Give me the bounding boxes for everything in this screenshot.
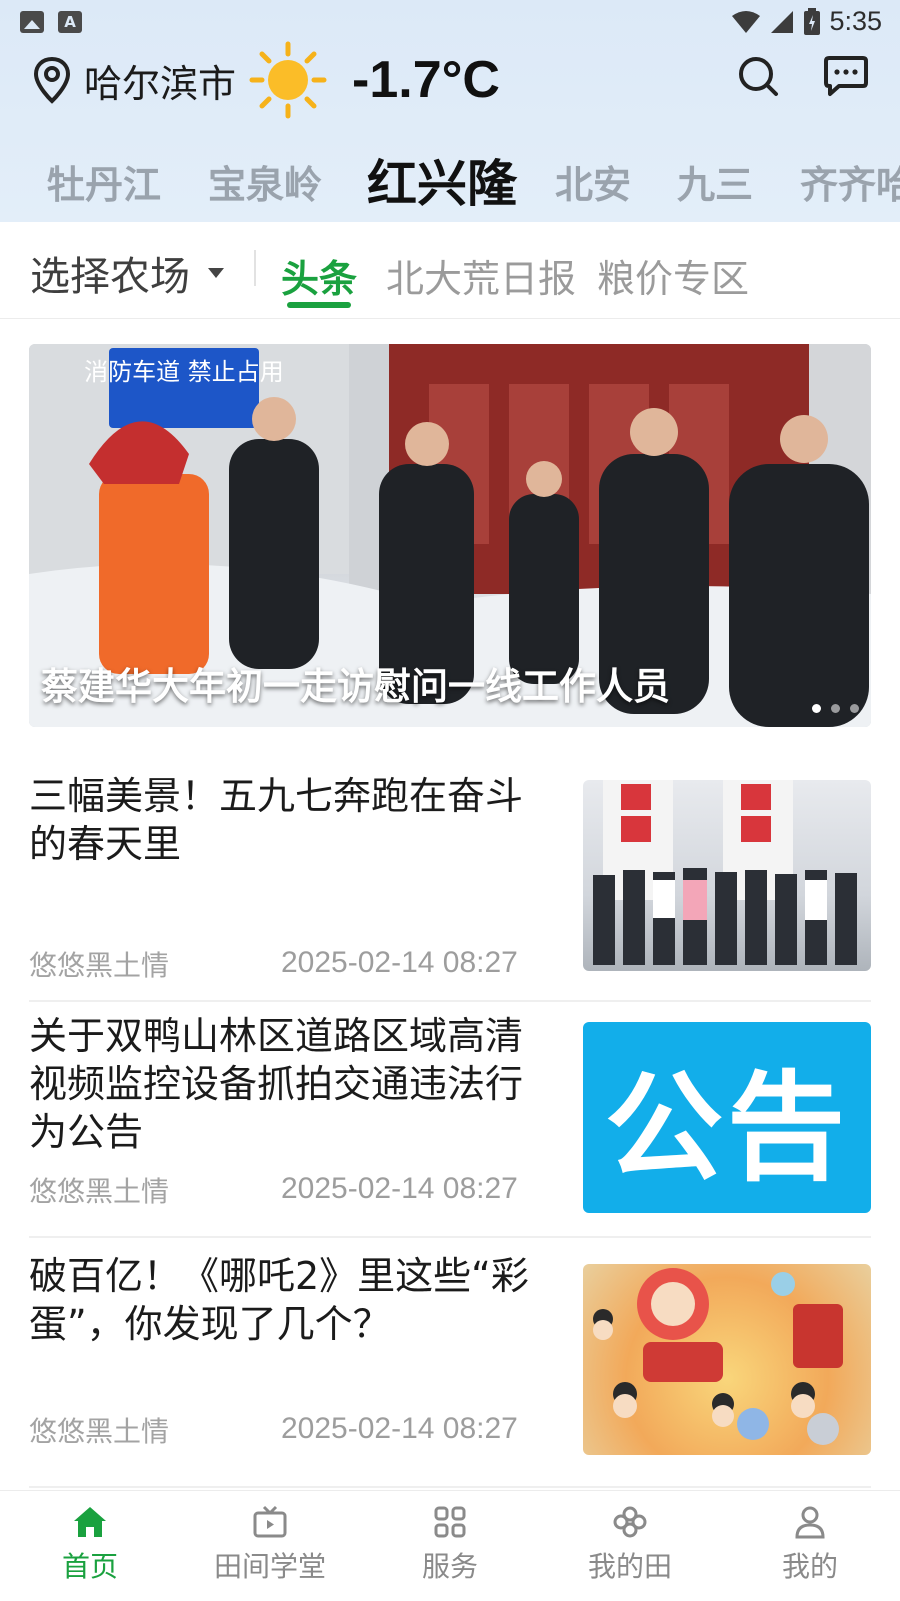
farm-select[interactable]: 选择农场: [30, 244, 224, 302]
nav-profile[interactable]: 我的: [720, 1491, 900, 1601]
news-title: 破百亿！《哪吒2》里这些“彩蛋”，你发现了几个？: [29, 1254, 529, 1346]
person-icon: [795, 1506, 825, 1539]
temperature: -1.7°C: [352, 51, 500, 109]
nav-field-school[interactable]: 田间学堂: [180, 1491, 360, 1601]
divider: [29, 1236, 871, 1238]
news-item[interactable]: 破百亿！《哪吒2》里这些“彩蛋”，你发现了几个？ 悠悠黑土情 2025-02-1…: [29, 1252, 871, 1488]
news-date: 2025-02-14 08:27: [281, 1412, 518, 1445]
carousel-dot: [812, 704, 821, 713]
divider: [254, 250, 256, 286]
tv-icon: [253, 1505, 287, 1538]
news-date: 2025-02-14 08:27: [281, 1172, 518, 1205]
carousel-dot: [831, 704, 840, 713]
message-icon: [824, 56, 868, 96]
search-button[interactable]: [734, 52, 782, 100]
battery-icon: [804, 7, 821, 35]
news-item[interactable]: 关于双鸭山林区道路区域高清视频监控设备抓拍交通违法行为公告 悠悠黑土情 2025…: [29, 1012, 871, 1242]
gallery-notification-icon: [20, 11, 44, 33]
carousel-indicator: [812, 704, 859, 713]
nav-label: 我的: [781, 1550, 838, 1583]
region-tab[interactable]: 宝泉岭: [208, 154, 322, 209]
news-thumbnail: 公告: [583, 1022, 871, 1213]
carousel-dot: [850, 704, 859, 713]
nav-my-field[interactable]: 我的田: [540, 1491, 720, 1601]
news-title: 三幅美景！五九七奔跑在奋斗的春天里: [29, 774, 524, 866]
bottom-nav: 首页 田间学堂 服务 我的田 我的: [0, 1490, 900, 1601]
sub-nav: 选择农场 头条 北大荒日报 粮价专区: [0, 222, 900, 319]
city-name[interactable]: 哈尔滨市: [84, 53, 236, 108]
news-thumbnail: [583, 1264, 871, 1455]
wifi-icon: [732, 10, 761, 33]
status-bar: A 5:35: [0, 0, 900, 46]
tab-grain-price[interactable]: 粮价专区: [597, 248, 749, 303]
nav-label: 服务: [421, 1550, 478, 1583]
news-item[interactable]: 三幅美景！五九七奔跑在奋斗的春天里 悠悠黑土情 2025-02-14 08:27: [29, 772, 871, 1002]
message-button[interactable]: [822, 52, 870, 100]
news-source: 悠悠黑土情: [29, 1175, 170, 1208]
nav-home[interactable]: 首页: [0, 1491, 180, 1601]
news-source: 悠悠黑土情: [29, 1415, 170, 1448]
location-pin-icon: [33, 56, 71, 104]
active-tab-indicator: [287, 302, 351, 308]
notice-thumb-text: 公告: [604, 1059, 849, 1197]
farm-select-label: 选择农场: [30, 254, 190, 300]
font-notification-icon: A: [58, 11, 82, 33]
region-tab[interactable]: 北安: [555, 154, 631, 209]
nav-label: 我的田: [587, 1550, 672, 1583]
location-weather[interactable]: 哈尔滨市 -1.7°C: [32, 41, 500, 119]
grid-icon: [434, 1506, 466, 1538]
field-icon: [613, 1506, 647, 1538]
nav-label: 田间学堂: [213, 1550, 326, 1583]
banner-caption: 蔡建华大年初一走访慰问一线工作人员: [41, 665, 670, 708]
region-tab[interactable]: 齐齐哈尔: [800, 154, 900, 209]
search-icon: [739, 57, 778, 96]
headline-banner[interactable]: 消防车道 禁止占用 蔡建华大年初一走访慰问一线工作人员: [29, 344, 871, 727]
sign-text: 消防车道 禁止占用: [84, 358, 284, 386]
region-tab-bar: 牡丹江 宝泉岭 红兴隆 北安 九三 齐齐哈尔: [0, 140, 900, 220]
tab-headlines[interactable]: 头条: [281, 248, 357, 303]
news-date: 2025-02-14 08:27: [281, 946, 518, 979]
news-title: 关于双鸭山林区道路区域高清视频监控设备抓拍交通违法行为公告: [29, 1014, 524, 1154]
region-tab[interactable]: 牡丹江: [47, 154, 161, 209]
region-tab-active[interactable]: 红兴隆: [367, 144, 517, 216]
divider: [29, 1486, 871, 1488]
signal-icon: [771, 10, 794, 33]
clock: 5:35: [829, 6, 882, 36]
home-icon: [74, 1507, 106, 1537]
tab-bdh-daily[interactable]: 北大荒日报: [386, 248, 576, 303]
region-tab[interactable]: 九三: [677, 154, 753, 209]
nav-services[interactable]: 服务: [360, 1491, 540, 1601]
nav-label: 首页: [61, 1550, 118, 1583]
news-source: 悠悠黑土情: [29, 949, 170, 982]
divider: [29, 1000, 871, 1002]
sun-icon: [249, 41, 327, 119]
dropdown-caret-icon: [208, 268, 224, 278]
news-thumbnail: [583, 780, 871, 971]
